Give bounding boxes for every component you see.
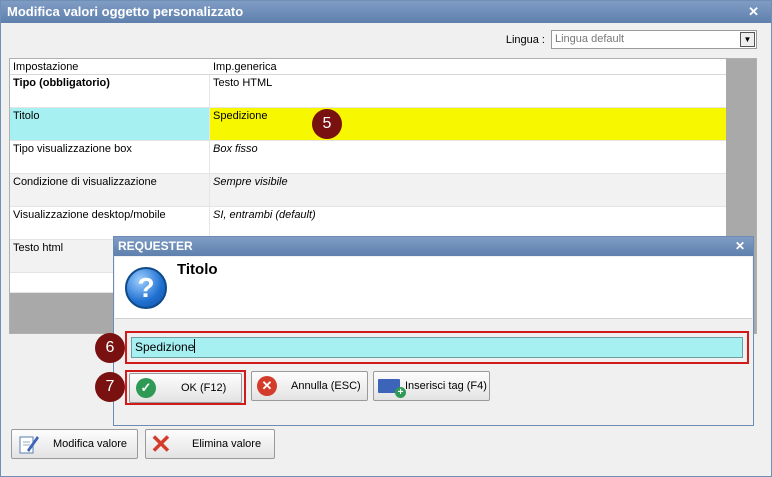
ok-button[interactable]: ✓ OK (F12) [129, 373, 242, 403]
delete-value-label: Elimina valore [192, 438, 262, 450]
value-cell: Sempre visibile [213, 176, 288, 188]
table-row[interactable]: Tipo (obbligatorio) Testo HTML [10, 75, 727, 108]
column-header-value: Imp.generica [213, 61, 277, 73]
text-caret [194, 339, 196, 353]
language-value: Lingua default [555, 33, 625, 45]
column-header-setting: Impostazione [13, 61, 79, 73]
setting-cell: Visualizzazione desktop/mobile [10, 207, 210, 239]
x-circle-icon: ✕ [257, 376, 277, 396]
edit-value-button[interactable]: Modifica valore [11, 429, 138, 459]
red-x-icon: ✕ [150, 429, 172, 459]
requester-heading: Titolo [177, 261, 218, 278]
input-highlight-frame: Spedizione [125, 331, 749, 364]
value-cell: Box fisso [213, 143, 258, 155]
requester-header: ? Titolo [115, 257, 752, 319]
value-cell: Spedizione [210, 108, 727, 140]
title-input[interactable]: Spedizione [131, 337, 743, 358]
check-circle-icon: ✓ [136, 378, 156, 398]
ok-button-label: OK (F12) [181, 382, 227, 394]
table-row[interactable]: Tipo visualizzazione box Box fisso [10, 141, 727, 174]
requester-titlebar: REQUESTER ✕ [114, 237, 753, 256]
table-row-selected[interactable]: Titolo Spedizione [10, 108, 727, 141]
table-row[interactable]: Condizione di visualizzazione Sempre vis… [10, 174, 727, 207]
setting-cell: Condizione di visualizzazione [10, 174, 210, 206]
pencil-edit-icon [19, 436, 39, 454]
language-dropdown[interactable]: Lingua default ▼ [551, 30, 757, 49]
window-title: Modifica valori oggetto personalizzato [7, 4, 244, 19]
edit-value-label: Modifica valore [53, 438, 127, 450]
insert-tag-icon [378, 379, 406, 398]
step-badge-7: 7 [95, 372, 125, 402]
delete-value-button[interactable]: ✕ Elimina valore [145, 429, 275, 459]
close-icon[interactable]: ✕ [748, 1, 759, 23]
insert-tag-label: Inserisci tag (F4) [405, 380, 487, 392]
language-selector: Lingua : Lingua default ▼ [506, 30, 757, 49]
insert-tag-button[interactable]: Inserisci tag (F4) [373, 371, 490, 401]
value-cell: Testo HTML [213, 77, 273, 89]
question-icon: ? [125, 267, 167, 309]
setting-cell: Titolo [10, 108, 210, 140]
setting-cell: Tipo visualizzazione box [10, 141, 210, 173]
window-titlebar: Modifica valori oggetto personalizzato ✕ [1, 1, 771, 23]
title-input-value: Spedizione [135, 340, 195, 354]
close-icon[interactable]: ✕ [735, 237, 745, 256]
step-badge-6: 6 [95, 333, 125, 363]
requester-title: REQUESTER [118, 239, 193, 253]
cancel-button[interactable]: ✕ Annulla (ESC) [251, 371, 368, 401]
language-label: Lingua : [505, 33, 545, 46]
step-badge-5: 5 [312, 109, 342, 139]
value-cell: SI, entrambi (default) [213, 209, 316, 221]
cancel-button-label: Annulla (ESC) [291, 380, 361, 392]
table-header: Impostazione Imp.generica [10, 59, 727, 75]
chevron-down-icon[interactable]: ▼ [740, 32, 755, 47]
setting-cell: Tipo (obbligatorio) [10, 75, 210, 107]
